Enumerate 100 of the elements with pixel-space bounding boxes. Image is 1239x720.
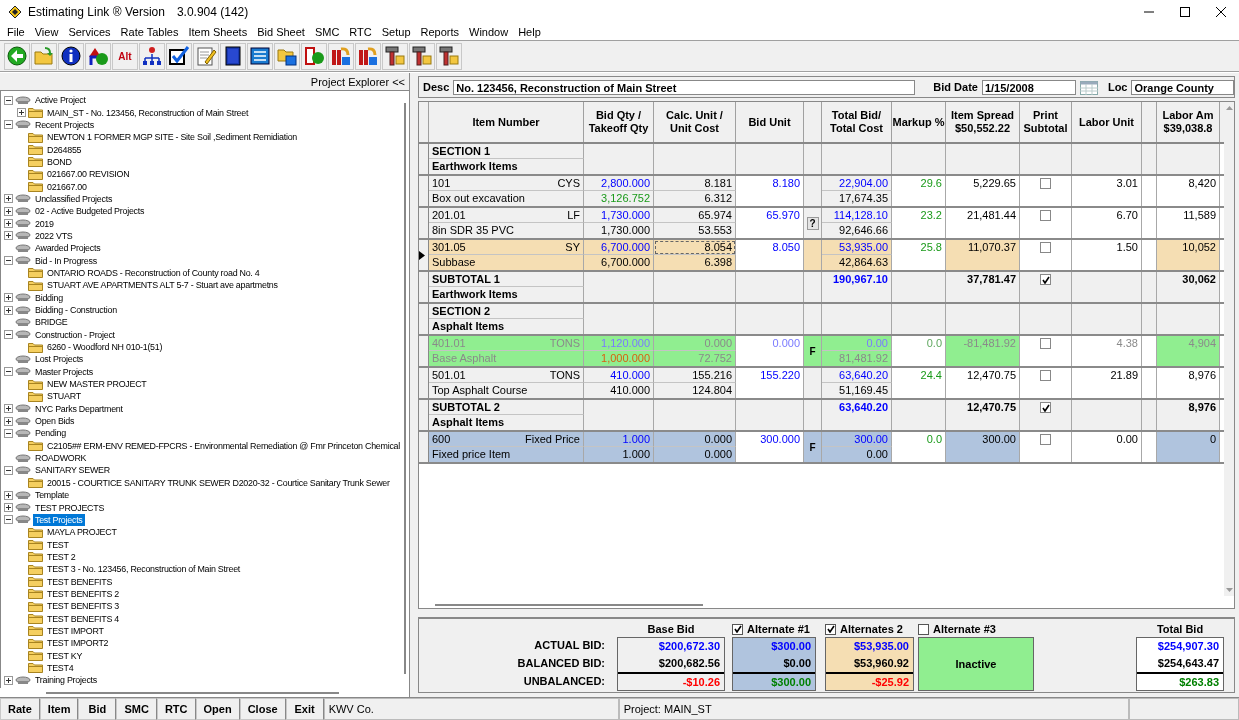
tree-item[interactable]: TEST PROJECTS	[33, 501, 107, 514]
column-header[interactable]: Labor Unit	[1072, 102, 1142, 142]
tree-item[interactable]: TEST BENEFITS	[45, 575, 115, 588]
tree-item[interactable]: TEST	[45, 538, 71, 551]
tree-item[interactable]: TEST BENEFITS 2	[45, 587, 122, 600]
tree-toggle-icon[interactable]	[4, 416, 13, 426]
menu-item[interactable]: Window	[464, 26, 514, 38]
tree-item[interactable]: C2105## ERM-ENV REMED-FPCRS - Environmental Remediation @ Fmr Princeton Chemical	[45, 439, 402, 452]
tree-toggle-icon[interactable]	[4, 404, 13, 414]
tree-toggle-icon[interactable]	[4, 194, 13, 204]
scrollbar[interactable]	[0, 688, 409, 697]
menu-item[interactable]: File	[2, 26, 30, 38]
tree-item[interactable]: 20015 - COURTICE SANITARY TRUNK SEWER D2020-32 - Courtice Sanitary Trunk Sewer	[45, 476, 392, 489]
checkbox[interactable]	[732, 623, 743, 635]
tree-toggle-icon[interactable]	[4, 367, 13, 377]
menu-item[interactable]: Bid Sheet	[252, 26, 310, 38]
tree-toggle-icon[interactable]	[4, 256, 13, 266]
column-header[interactable]: Item Number	[429, 102, 584, 142]
nav-button[interactable]: Bid	[78, 698, 117, 720]
tree-toggle-icon[interactable]	[4, 330, 13, 340]
toolbar-button[interactable]	[139, 42, 165, 70]
tree-item[interactable]: BRIDGE	[33, 316, 70, 329]
tree-item[interactable]: Unclassified Projects	[33, 192, 115, 205]
checkbox[interactable]	[1040, 178, 1051, 189]
nav-button[interactable]: RTC	[156, 698, 196, 720]
tree-item[interactable]: TEST KY	[45, 649, 85, 662]
tree-item[interactable]: ROADWORK	[33, 452, 89, 465]
menu-item[interactable]: RTC	[344, 26, 377, 38]
tree-item[interactable]: Lost Projects	[33, 353, 86, 366]
panel-title[interactable]: Project Explorer <<	[310, 75, 405, 88]
checkbox[interactable]	[918, 623, 929, 635]
tree-item[interactable]: Bidding	[33, 291, 65, 304]
tree-item[interactable]: ONTARIO ROADS - Reconstruction of County road No. 4	[45, 267, 262, 279]
tree-item[interactable]: Bid - In Progress	[33, 254, 99, 267]
toolbar-button[interactable]	[301, 42, 327, 70]
menu-item[interactable]: Item Sheets	[183, 26, 253, 38]
tree-item[interactable]: Awarded Projects	[33, 242, 103, 255]
checkbox[interactable]	[1040, 210, 1051, 221]
tree-toggle-icon[interactable]	[17, 108, 26, 117]
tree-item[interactable]: Active Project	[33, 94, 88, 107]
column-header[interactable]: Bid Qty / Takeoff Qty	[584, 102, 654, 142]
tree-item[interactable]: SANITARY SEWER	[33, 464, 112, 477]
tree-item[interactable]: MAYLA PROJECT	[45, 526, 119, 539]
nav-button[interactable]: Close	[239, 698, 286, 720]
toolbar-button[interactable]	[274, 42, 300, 70]
tree-item[interactable]: NEWTON 1 FORMER MGP SITE - Site Soil ,Sediment Remidiation	[45, 131, 299, 144]
menu-item[interactable]: Services	[63, 26, 116, 38]
tree-item[interactable]: Test Projects	[33, 513, 85, 526]
tree-item[interactable]: STUART AVE APARTMENTS ALT 5-7 - Stuart ave apartmetns	[45, 279, 280, 292]
note-button[interactable]: ?	[806, 216, 819, 230]
tree-toggle-icon[interactable]	[4, 675, 13, 685]
tree-item[interactable]: 021667.00	[45, 180, 89, 193]
tree-item[interactable]: D264855	[45, 143, 84, 156]
tree-item[interactable]: TEST IMPORT2	[45, 637, 111, 650]
nav-button[interactable]: Rate	[0, 698, 40, 720]
nav-button[interactable]: SMC	[116, 698, 157, 720]
tree-toggle-icon[interactable]	[4, 466, 13, 475]
tree-item[interactable]: Master Projects	[33, 365, 95, 378]
nav-button[interactable]: Item	[39, 698, 79, 720]
tree-toggle-icon[interactable]	[4, 503, 13, 512]
tree-toggle-icon[interactable]	[4, 428, 13, 438]
tree-toggle-icon[interactable]	[4, 219, 13, 229]
tree-item[interactable]: 6260 - Woodford NH 010-1(51)	[45, 341, 165, 354]
tree-item[interactable]: STUART	[45, 390, 83, 403]
toolbar-button[interactable]	[85, 42, 111, 70]
date-field[interactable]: 1/15/2008	[981, 79, 1076, 95]
tree-item[interactable]: TEST 2	[45, 550, 78, 563]
tree-item[interactable]: MAIN_ST - No. 123456, Reconstruction of Main Street	[45, 106, 251, 119]
checkbox[interactable]	[1040, 242, 1051, 253]
column-header[interactable]: Print Subtotal	[1020, 102, 1072, 142]
column-header[interactable]: Item Spread $50,552.22	[946, 102, 1020, 142]
tree-item[interactable]: 021667.00 REVISION	[45, 168, 132, 181]
menu-item[interactable]: View	[29, 26, 64, 38]
menu-item[interactable]: Reports	[415, 26, 465, 38]
toolbar-button[interactable]	[4, 42, 30, 70]
column-header[interactable]: Markup %	[892, 102, 946, 142]
tree-toggle-icon[interactable]	[4, 95, 13, 105]
description-field[interactable]: No. 123456, Reconstruction of Main Street	[453, 79, 916, 95]
tree-item[interactable]: BOND	[45, 155, 74, 168]
tree-item[interactable]: Open Bids	[33, 415, 77, 428]
scrollbar[interactable]	[435, 604, 703, 606]
menu-item[interactable]: Rate Tables	[115, 26, 184, 38]
toolbar-button[interactable]	[220, 42, 246, 70]
toolbar-button[interactable]	[436, 42, 462, 70]
nav-button[interactable]: Open	[195, 698, 240, 720]
tree-toggle-icon[interactable]	[4, 206, 13, 216]
tree-item[interactable]: Recent Projects	[33, 118, 96, 131]
tree-item[interactable]: NYC Parks Department	[33, 402, 125, 415]
tree-item[interactable]: 2022 VTS	[33, 229, 75, 242]
tree-toggle-icon[interactable]	[4, 120, 13, 130]
tree-item[interactable]: Construction - Project	[33, 328, 117, 341]
column-header[interactable]: Total Bid/ Total Cost	[822, 102, 892, 142]
menu-item[interactable]: SMC	[309, 26, 345, 38]
column-header[interactable]: Calc. Unit / Unit Cost	[654, 102, 736, 142]
tree-toggle-icon[interactable]	[4, 490, 13, 500]
toolbar-button[interactable]	[166, 42, 192, 70]
tree-toggle-icon[interactable]	[4, 293, 13, 303]
checkbox[interactable]	[1040, 402, 1051, 413]
menu-item[interactable]: Setup	[376, 26, 416, 38]
alt-button[interactable]: Alt	[112, 42, 138, 70]
